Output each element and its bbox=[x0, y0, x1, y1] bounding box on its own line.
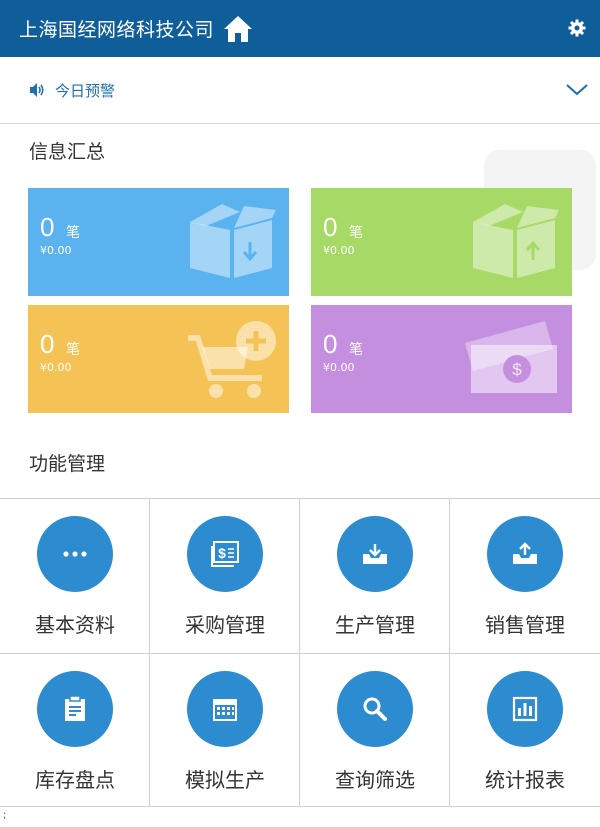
card-amount: ¥0.00 bbox=[40, 244, 72, 257]
svg-text:$: $ bbox=[218, 545, 226, 561]
summary-card-money[interactable]: 0 笔 ¥0.00 $ bbox=[311, 305, 572, 413]
card-amount: ¥0.00 bbox=[323, 361, 355, 374]
card-count: 0 bbox=[323, 212, 338, 242]
bar-chart-icon bbox=[487, 671, 563, 747]
purchase-icon: $ bbox=[187, 516, 263, 592]
inbox-download-icon bbox=[337, 516, 413, 592]
search-icon bbox=[337, 671, 413, 747]
summary-title: 信息汇总 bbox=[29, 141, 106, 163]
card-unit: 笔 bbox=[66, 225, 80, 241]
func-purchase[interactable]: $ 采购管理 bbox=[150, 499, 300, 653]
app-header: 上海国经网络科技公司 bbox=[0, 0, 600, 57]
svg-text:$: $ bbox=[512, 360, 522, 379]
func-inventory[interactable]: 库存盘点 bbox=[0, 653, 150, 807]
chevron-down-icon[interactable] bbox=[566, 79, 588, 99]
func-label: 基本资料 bbox=[35, 613, 115, 637]
func-simulate[interactable]: 模拟生产 bbox=[150, 653, 300, 807]
summary-card-in[interactable]: 0 笔 ¥0.00 bbox=[28, 188, 289, 296]
func-label: 生产管理 bbox=[335, 613, 415, 637]
alert-label: 今日预警 bbox=[55, 81, 116, 100]
summary-card-out[interactable]: 0 笔 ¥0.00 bbox=[311, 188, 572, 296]
footer-text: ; bbox=[3, 810, 7, 821]
cart-add-icon bbox=[188, 321, 276, 398]
money-icon: $ bbox=[465, 321, 557, 393]
home-icon[interactable] bbox=[222, 13, 254, 45]
speaker-icon bbox=[28, 81, 46, 99]
func-label: 销售管理 bbox=[485, 613, 565, 637]
func-sales[interactable]: 销售管理 bbox=[450, 499, 600, 653]
func-query[interactable]: 查询筛选 bbox=[300, 653, 450, 807]
card-count: 0 bbox=[40, 329, 55, 359]
gear-icon[interactable] bbox=[568, 19, 586, 37]
card-count: 0 bbox=[323, 329, 338, 359]
card-unit: 笔 bbox=[66, 342, 80, 358]
app-title: 上海国经网络科技公司 bbox=[19, 19, 215, 41]
today-alert-bar[interactable]: 今日预警 bbox=[0, 57, 600, 124]
card-amount: ¥0.00 bbox=[40, 361, 72, 374]
func-production[interactable]: 生产管理 bbox=[300, 499, 450, 653]
card-count: 0 bbox=[40, 212, 55, 242]
box-in-icon bbox=[190, 204, 276, 278]
clipboard-icon bbox=[37, 671, 113, 747]
func-label: 查询筛选 bbox=[335, 768, 415, 792]
func-report[interactable]: 统计报表 bbox=[450, 653, 600, 807]
more-icon bbox=[37, 516, 113, 592]
func-label: 采购管理 bbox=[185, 613, 265, 637]
functions-title: 功能管理 bbox=[29, 453, 106, 475]
func-basic-info[interactable]: 基本资料 bbox=[0, 499, 150, 653]
calendar-icon bbox=[187, 671, 263, 747]
func-label: 库存盘点 bbox=[35, 768, 115, 792]
func-label: 统计报表 bbox=[485, 768, 565, 792]
summary-card-purchase[interactable]: 0 笔 ¥0.00 bbox=[28, 305, 289, 413]
card-amount: ¥0.00 bbox=[323, 244, 355, 257]
card-unit: 笔 bbox=[349, 225, 363, 241]
card-unit: 笔 bbox=[349, 342, 363, 358]
box-out-icon bbox=[473, 204, 559, 278]
func-label: 模拟生产 bbox=[185, 768, 265, 792]
function-grid: 基本资料 $ 采购管理 生产管理 销售管理 库存盘点 模拟生产 查询筛选 统计报… bbox=[0, 498, 600, 807]
inbox-upload-icon bbox=[487, 516, 563, 592]
